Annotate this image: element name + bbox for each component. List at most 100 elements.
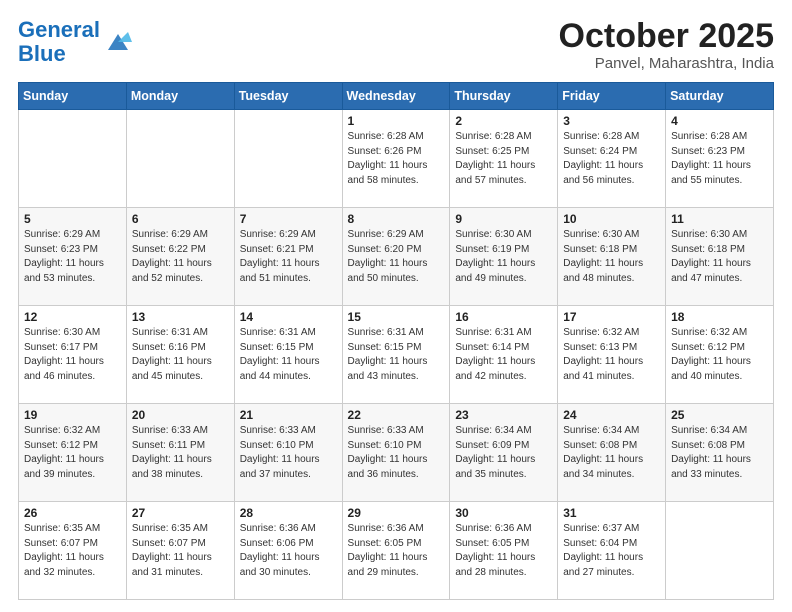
cell-content: Sunrise: 6:29 AM Sunset: 6:22 PM Dayligh… — [132, 228, 229, 286]
logo-general: General — [18, 17, 100, 42]
cell-content: Sunrise: 6:32 AM Sunset: 6:13 PM Dayligh… — [563, 326, 660, 384]
table-cell: 2 Sunrise: 6:28 AM Sunset: 6:25 PM Daylig… — [450, 110, 558, 208]
day-number: 10 — [563, 212, 660, 226]
day-number: 29 — [348, 506, 445, 520]
cell-content: Sunrise: 6:35 AM Sunset: 6:07 PM Dayligh… — [132, 522, 229, 580]
logo-blue: Blue — [18, 41, 66, 66]
cell-content: Sunrise: 6:33 AM Sunset: 6:11 PM Dayligh… — [132, 424, 229, 482]
calendar-week-4: 19Sunrise: 6:32 AM Sunset: 6:12 PM Dayli… — [19, 404, 774, 502]
day-number: 2 — [455, 114, 552, 128]
table-cell: 10 Sunrise: 6:30 AM Sunset: 6:18 PM Dayli… — [558, 208, 666, 306]
calendar-header-row: Sunday Monday Tuesday Wednesday Thursday… — [19, 83, 774, 110]
day-number: 28 — [240, 506, 337, 520]
cell-content: Sunrise: 6:28 AM Sunset: 6:26 PM Dayligh… — [348, 130, 445, 188]
col-thursday: Thursday — [450, 83, 558, 110]
table-cell: 24Sunrise: 6:34 AM Sunset: 6:08 PM Dayli… — [558, 404, 666, 502]
cell-content: Sunrise: 6:37 AM Sunset: 6:04 PM Dayligh… — [563, 522, 660, 580]
table-cell: 26 Sunrise: 6:35 AM Sunset: 6:07 PM Dayli… — [19, 502, 127, 600]
table-cell: 29Sunrise: 6:36 AM Sunset: 6:05 PM Dayli… — [342, 502, 450, 600]
calendar-table: Sunday Monday Tuesday Wednesday Thursday… — [18, 82, 774, 600]
table-cell: 22 Sunrise: 6:33 AM Sunset: 6:10 PM Dayli… — [342, 404, 450, 502]
cell-content: Sunrise: 6:36 AM Sunset: 6:05 PM Dayligh… — [455, 522, 552, 580]
day-number: 23 — [455, 408, 552, 422]
cell-content: Sunrise: 6:34 AM Sunset: 6:08 PM Dayligh… — [671, 424, 768, 482]
table-cell: 6 Sunrise: 6:29 AM Sunset: 6:22 PM Daylig… — [126, 208, 234, 306]
cell-content: Sunrise: 6:34 AM Sunset: 6:09 PM Dayligh… — [455, 424, 552, 482]
day-number: 15 — [348, 310, 445, 324]
col-monday: Monday — [126, 83, 234, 110]
table-cell: 14 Sunrise: 6:31 AM Sunset: 6:15 PM Dayli… — [234, 306, 342, 404]
day-number: 26 — [24, 506, 121, 520]
logo: General Blue — [18, 18, 132, 66]
col-sunday: Sunday — [19, 83, 127, 110]
cell-content: Sunrise: 6:29 AM Sunset: 6:21 PM Dayligh… — [240, 228, 337, 286]
table-cell: 11 Sunrise: 6:30 AM Sunset: 6:18 PM Dayli… — [666, 208, 774, 306]
table-cell: 1 Sunrise: 6:28 AM Sunset: 6:26 PM Daylig… — [342, 110, 450, 208]
cell-content: Sunrise: 6:28 AM Sunset: 6:24 PM Dayligh… — [563, 130, 660, 188]
cell-content: Sunrise: 6:35 AM Sunset: 6:07 PM Dayligh… — [24, 522, 121, 580]
table-cell: 8Sunrise: 6:29 AM Sunset: 6:20 PM Daylig… — [342, 208, 450, 306]
day-number: 31 — [563, 506, 660, 520]
location: Panvel, Maharashtra, India — [559, 55, 774, 72]
day-number: 16 — [455, 310, 552, 324]
table-cell: 23 Sunrise: 6:34 AM Sunset: 6:09 PM Dayli… — [450, 404, 558, 502]
table-cell — [234, 110, 342, 208]
cell-content: Sunrise: 6:32 AM Sunset: 6:12 PM Dayligh… — [671, 326, 768, 384]
table-cell: 13 Sunrise: 6:31 AM Sunset: 6:16 PM Dayli… — [126, 306, 234, 404]
page: General Blue October 2025 Panvel, Mahara… — [0, 0, 792, 612]
cell-content: Sunrise: 6:31 AM Sunset: 6:15 PM Dayligh… — [240, 326, 337, 384]
calendar-week-5: 26 Sunrise: 6:35 AM Sunset: 6:07 PM Dayli… — [19, 502, 774, 600]
table-cell: 18 Sunrise: 6:32 AM Sunset: 6:12 PM Dayli… — [666, 306, 774, 404]
cell-content: Sunrise: 6:32 AM Sunset: 6:12 PM Dayligh… — [24, 424, 121, 482]
table-cell: 16 Sunrise: 6:31 AM Sunset: 6:14 PM Dayli… — [450, 306, 558, 404]
day-number: 12 — [24, 310, 121, 324]
day-number: 5 — [24, 212, 121, 226]
cell-content: Sunrise: 6:30 AM Sunset: 6:18 PM Dayligh… — [671, 228, 768, 286]
cell-content: Sunrise: 6:31 AM Sunset: 6:16 PM Dayligh… — [132, 326, 229, 384]
day-number: 18 — [671, 310, 768, 324]
table-cell: 20 Sunrise: 6:33 AM Sunset: 6:11 PM Dayli… — [126, 404, 234, 502]
table-cell: 27 Sunrise: 6:35 AM Sunset: 6:07 PM Dayli… — [126, 502, 234, 600]
table-cell: 7 Sunrise: 6:29 AM Sunset: 6:21 PM Daylig… — [234, 208, 342, 306]
day-number: 1 — [348, 114, 445, 128]
cell-content: Sunrise: 6:33 AM Sunset: 6:10 PM Dayligh… — [240, 424, 337, 482]
day-number: 7 — [240, 212, 337, 226]
day-number: 9 — [455, 212, 552, 226]
cell-content: Sunrise: 6:31 AM Sunset: 6:14 PM Dayligh… — [455, 326, 552, 384]
day-number: 22 — [348, 408, 445, 422]
title-area: October 2025 Panvel, Maharashtra, India — [559, 18, 774, 72]
day-number: 6 — [132, 212, 229, 226]
cell-content: Sunrise: 6:29 AM Sunset: 6:23 PM Dayligh… — [24, 228, 121, 286]
cell-content: Sunrise: 6:28 AM Sunset: 6:23 PM Dayligh… — [671, 130, 768, 188]
cell-content: Sunrise: 6:36 AM Sunset: 6:06 PM Dayligh… — [240, 522, 337, 580]
table-cell: 5 Sunrise: 6:29 AM Sunset: 6:23 PM Daylig… — [19, 208, 127, 306]
calendar-week-1: 1 Sunrise: 6:28 AM Sunset: 6:26 PM Daylig… — [19, 110, 774, 208]
table-cell: 19Sunrise: 6:32 AM Sunset: 6:12 PM Dayli… — [19, 404, 127, 502]
day-number: 24 — [563, 408, 660, 422]
cell-content: Sunrise: 6:30 AM Sunset: 6:17 PM Dayligh… — [24, 326, 121, 384]
col-tuesday: Tuesday — [234, 83, 342, 110]
cell-content: Sunrise: 6:29 AM Sunset: 6:20 PM Dayligh… — [348, 228, 445, 286]
cell-content: Sunrise: 6:30 AM Sunset: 6:19 PM Dayligh… — [455, 228, 552, 286]
table-cell: 4Sunrise: 6:28 AM Sunset: 6:23 PM Daylig… — [666, 110, 774, 208]
cell-content: Sunrise: 6:30 AM Sunset: 6:18 PM Dayligh… — [563, 228, 660, 286]
day-number: 17 — [563, 310, 660, 324]
table-cell: 17 Sunrise: 6:32 AM Sunset: 6:13 PM Dayli… — [558, 306, 666, 404]
cell-content: Sunrise: 6:31 AM Sunset: 6:15 PM Dayligh… — [348, 326, 445, 384]
day-number: 11 — [671, 212, 768, 226]
logo-icon — [104, 28, 132, 56]
col-friday: Friday — [558, 83, 666, 110]
calendar-week-2: 5 Sunrise: 6:29 AM Sunset: 6:23 PM Daylig… — [19, 208, 774, 306]
day-number: 13 — [132, 310, 229, 324]
table-cell: 9 Sunrise: 6:30 AM Sunset: 6:19 PM Daylig… — [450, 208, 558, 306]
table-cell — [126, 110, 234, 208]
day-number: 27 — [132, 506, 229, 520]
table-cell: 31 Sunrise: 6:37 AM Sunset: 6:04 PM Dayli… — [558, 502, 666, 600]
day-number: 20 — [132, 408, 229, 422]
cell-content: Sunrise: 6:33 AM Sunset: 6:10 PM Dayligh… — [348, 424, 445, 482]
table-cell — [19, 110, 127, 208]
day-number: 14 — [240, 310, 337, 324]
table-cell: 30Sunrise: 6:36 AM Sunset: 6:05 PM Dayli… — [450, 502, 558, 600]
cell-content: Sunrise: 6:28 AM Sunset: 6:25 PM Dayligh… — [455, 130, 552, 188]
day-number: 21 — [240, 408, 337, 422]
